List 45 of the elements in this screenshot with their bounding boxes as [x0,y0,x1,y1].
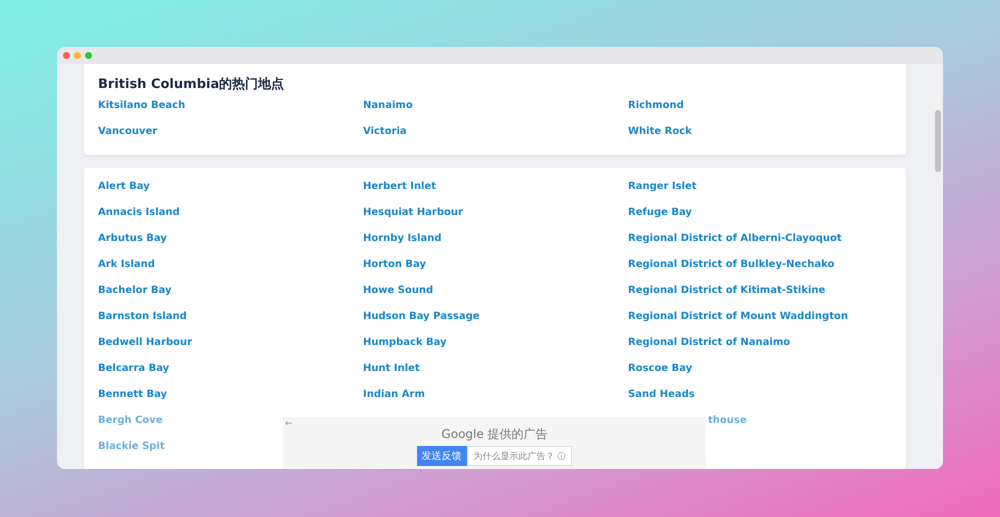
place-link[interactable]: Hesquiat Harbour [363,206,463,220]
place-link[interactable]: Horton Bay [363,258,426,272]
place-link[interactable]: Regional District of Alberni-Clayoquot [628,232,842,246]
place-link[interactable]: Bachelor Bay [98,284,172,298]
place-link[interactable]: Herbert Inlet [363,180,436,194]
scroll-thumb[interactable] [935,110,941,172]
place-link[interactable]: Hudson Bay Passage [363,310,480,324]
place-link[interactable]: Annacis Island [98,206,180,220]
place-link[interactable]: Refuge Bay [628,206,692,220]
place-link[interactable]: Regional District of Bulkley-Nechako [628,258,834,272]
minimize-icon[interactable] [74,52,81,59]
place-link[interactable]: thouse [708,414,747,428]
place-link[interactable]: Hunt Inlet [363,362,420,376]
place-link[interactable]: Humpback Bay [363,336,447,350]
place-link[interactable]: Indian Arm [363,388,425,402]
place-link[interactable]: Nanaimo [363,99,413,113]
place-link[interactable]: Regional District of Mount Waddington [628,310,848,324]
why-ad-button[interactable]: 为什么显示此广告？ ⓘ [466,446,572,466]
back-button[interactable]: ← [285,419,293,429]
place-link[interactable]: Vancouver [98,125,158,139]
place-link[interactable]: Sand Heads [628,388,695,402]
place-link[interactable]: Kitsilano Beach [98,99,186,113]
place-link[interactable]: Ark Island [98,258,155,272]
place-link[interactable]: White Rock [628,125,692,139]
place-link[interactable]: Bennett Bay [98,388,168,402]
place-link[interactable]: Hornby Island [363,232,442,246]
close-icon[interactable] [63,52,70,59]
place-link[interactable]: Roscoe Bay [628,362,692,376]
section-title: British Columbia的热门地点 [98,76,286,93]
place-link[interactable]: Arbutus Bay [98,232,167,246]
feedback-button[interactable]: 发送反馈 [416,446,467,466]
place-link[interactable]: Victoria [363,125,407,139]
place-link[interactable]: Bergh Cove [98,414,163,428]
place-link[interactable]: Blackie Spit [98,440,165,454]
place-link[interactable]: Richmond [628,99,684,113]
place-link[interactable]: Regional District of Nanaimo [628,336,790,350]
place-link[interactable]: Alert Bay [98,180,150,194]
place-link[interactable]: Regional District of Kitimat-Stikine [628,284,826,298]
place-link[interactable]: Barnston Island [98,310,187,324]
place-link[interactable]: Belcarra Bay [98,362,170,376]
place-link[interactable]: Bedwell Harbour [98,336,192,350]
ad-title: Google 提供的广告 [441,426,548,443]
place-link[interactable]: Ranger Islet [628,180,697,194]
place-link[interactable]: Howe Sound [363,284,434,298]
maximize-icon[interactable] [85,52,92,59]
